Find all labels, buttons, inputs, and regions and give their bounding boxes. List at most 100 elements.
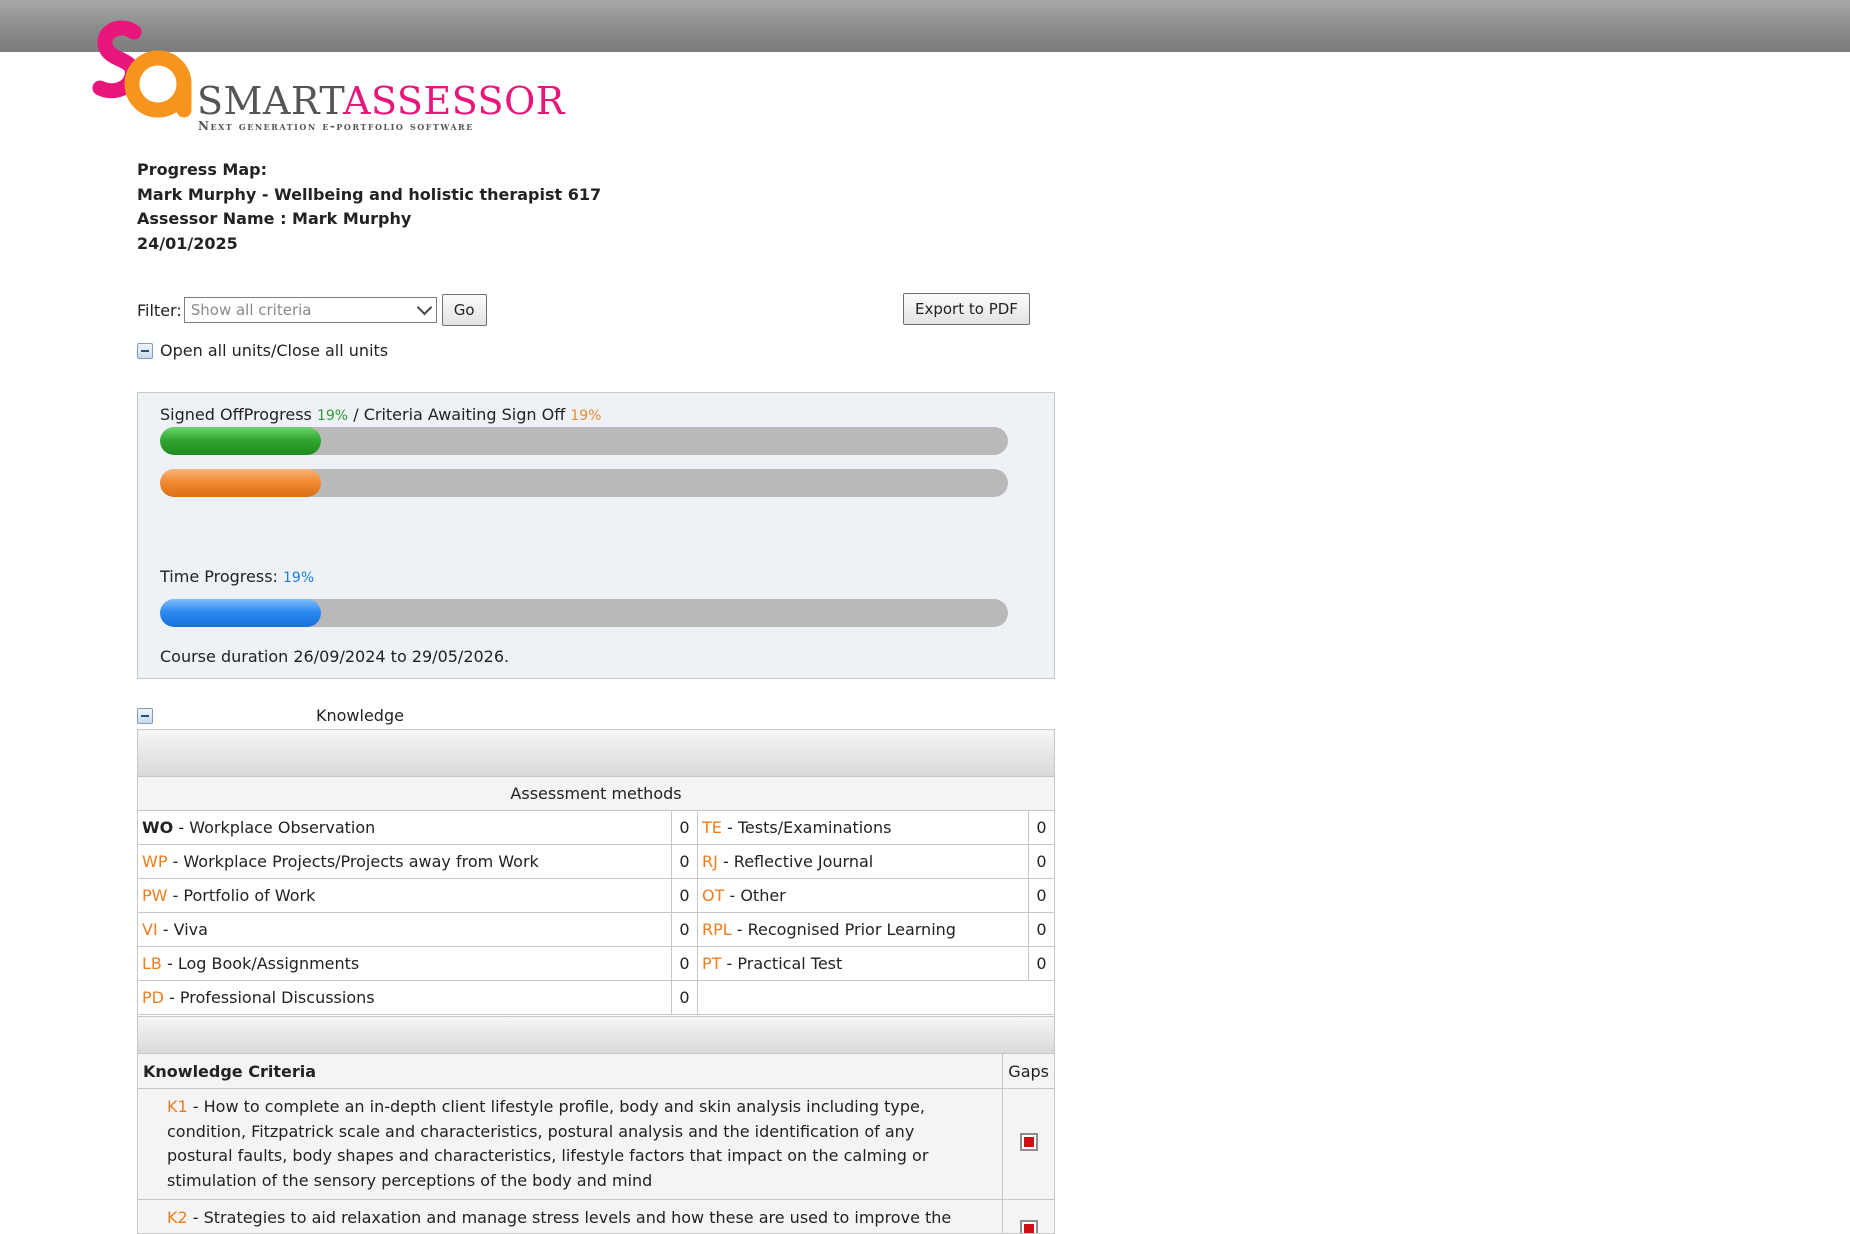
assessment-method-right: OT - Other xyxy=(697,878,1029,913)
signed-off-progress-fill xyxy=(160,427,322,455)
time-progress-percent: 19% xyxy=(283,570,315,586)
unit-header-band xyxy=(138,730,1054,777)
assessment-method-right: PT - Practical Test xyxy=(697,946,1029,981)
method-code: RJ xyxy=(702,852,718,871)
progress-map-header: Progress Map: Mark Murphy - Wellbeing an… xyxy=(137,158,601,256)
criteria-column-header: Knowledge Criteria xyxy=(138,1054,1003,1089)
method-label: - Practical Test xyxy=(726,954,843,973)
criteria-code[interactable]: K2 xyxy=(167,1208,188,1227)
knowledge-criteria-table: Knowledge Criteria Gaps K1 - How to comp… xyxy=(138,1054,1054,1233)
method-label: - Reflective Journal xyxy=(722,852,874,871)
gaps-column-header: Gaps xyxy=(1002,1054,1054,1089)
assessment-method-row: LB - Log Book/Assignments 0 PT - Practical… xyxy=(138,946,1054,981)
criteria-row: K1 - How to complete an in-depth client … xyxy=(138,1088,1054,1200)
filter-selected-value: Show all criteria xyxy=(190,301,312,319)
assessment-method-right: RPL - Recognised Prior Learning xyxy=(697,912,1029,947)
assessment-method-left: PW - Portfolio of Work xyxy=(138,878,672,913)
signed-off-progress-bar xyxy=(160,427,1008,455)
assessment-method-left: WP - Workplace Projects/Projects away fr… xyxy=(138,844,672,879)
assessment-method-row: WP - Workplace Projects/Projects away fr… xyxy=(138,844,1054,879)
assessment-method-row: VI - Viva 0 RPL - Recognised Prior Learnin… xyxy=(138,912,1054,947)
toggle-all-units-label[interactable]: Open all units/Close all units xyxy=(160,341,388,360)
method-count: 0 xyxy=(671,811,698,845)
assessor-name-line: Assessor Name : Mark Murphy xyxy=(137,209,412,228)
toggle-all-units[interactable]: Open all units/Close all units xyxy=(137,341,388,360)
awaiting-sign-off-progress-bar xyxy=(160,469,1008,497)
criteria-text-cell: K2 - Strategies to aid relaxation and ma… xyxy=(138,1199,1003,1233)
criteria-text-cell: K1 - How to complete an in-depth client … xyxy=(138,1088,1003,1200)
time-progress-fill xyxy=(160,599,322,627)
go-button[interactable]: Go xyxy=(441,294,487,326)
method-code: LB xyxy=(142,954,162,973)
assessment-method-left: LB - Log Book/Assignments xyxy=(138,946,672,981)
assessment-method-right: TE - Tests/Examinations xyxy=(697,811,1029,845)
logo-wordmark: SMARTASSESSOR xyxy=(197,79,565,123)
method-code: WP xyxy=(142,852,168,871)
criteria-description: - Strategies to aid relaxation and manag… xyxy=(167,1208,952,1233)
gap-cell xyxy=(1002,1199,1054,1233)
method-label: - Log Book/Assignments xyxy=(166,954,360,973)
method-code: PD xyxy=(142,988,164,1007)
method-label: - Other xyxy=(729,886,786,905)
logo-tagline: Next generation e-portfolio software xyxy=(198,119,474,133)
gap-cell xyxy=(1002,1088,1054,1200)
export-pdf-button[interactable]: Export to PDF xyxy=(903,293,1030,325)
method-count: 0 xyxy=(671,946,698,981)
signed-off-label: Signed OffProgress xyxy=(160,405,312,424)
assessment-method-row: PW - Portfolio of Work 0 OT - Other 0 xyxy=(138,878,1054,913)
collapse-toggle-icon[interactable] xyxy=(137,342,153,359)
method-count: 0 xyxy=(1028,811,1054,845)
criteria-description: - How to complete an in-depth client lif… xyxy=(167,1097,929,1190)
method-count-empty xyxy=(1028,980,1054,1015)
signed-off-percent: 19% xyxy=(316,408,349,424)
smartassessor-logo: SMARTASSESSOR Next generation e-portfoli… xyxy=(92,18,564,138)
method-label: - Professional Discussions xyxy=(169,988,375,1007)
method-label: - Tests/Examinations xyxy=(726,818,892,837)
signed-off-progress-label: Signed OffProgress 19% / Criteria Awaiti… xyxy=(160,405,601,424)
assessment-method-left: VI - Viva xyxy=(138,912,672,947)
assessment-methods-table: WO - Workplace Observation 0 TE - Tests/Ex… xyxy=(138,811,1054,1015)
unit-panel: Assessment methods WO - Workplace Observ… xyxy=(137,729,1055,1234)
assessment-method-right: RJ - Reflective Journal xyxy=(697,844,1029,879)
time-progress-text: Time Progress: xyxy=(160,567,278,586)
unit-title: Knowledge xyxy=(316,706,404,725)
method-label: - Portfolio of Work xyxy=(172,886,316,905)
assessment-method-row: WO - Workplace Observation 0 TE - Tests/Ex… xyxy=(138,811,1054,845)
report-date: 24/01/2025 xyxy=(137,233,238,253)
method-code: WO xyxy=(142,818,174,837)
method-count: 0 xyxy=(671,980,698,1015)
page-title: Progress Map: xyxy=(137,160,267,179)
awaiting-sign-off-percent: 19% xyxy=(570,408,602,424)
method-code: OT xyxy=(702,886,725,905)
criteria-header-band xyxy=(138,1016,1054,1054)
awaiting-sign-off-progress-fill xyxy=(160,469,322,497)
method-code: TE xyxy=(702,818,722,837)
assessment-method-left: WO - Workplace Observation xyxy=(138,811,672,845)
awaiting-sign-off-label: Criteria Awaiting Sign Off xyxy=(363,405,566,424)
course-duration: Course duration 26/09/2024 to 29/05/2026… xyxy=(160,647,510,666)
method-label: - Viva xyxy=(162,920,208,939)
method-code: VI xyxy=(142,920,158,939)
method-code: PT xyxy=(702,954,722,973)
method-count: 0 xyxy=(671,912,698,947)
method-label: - Workplace Observation xyxy=(178,818,376,837)
assessment-method-right xyxy=(697,980,1029,1015)
method-label: - Workplace Projects/Projects away from … xyxy=(172,852,539,871)
criteria-code[interactable]: K1 xyxy=(167,1097,188,1116)
learner-course-line: Mark Murphy - Wellbeing and holistic the… xyxy=(137,184,602,204)
time-progress-label: Time Progress: 19% xyxy=(160,567,314,586)
method-label: - Recognised Prior Learning xyxy=(736,920,956,939)
time-progress-bar xyxy=(160,599,1008,627)
chevron-down-icon xyxy=(416,299,433,316)
assessment-methods-header: Assessment methods xyxy=(138,777,1054,811)
method-count: 0 xyxy=(1028,844,1054,879)
assessment-method-left: PD - Professional Discussions xyxy=(138,980,672,1015)
logo-mark-icon xyxy=(92,20,192,118)
gap-indicator-icon[interactable] xyxy=(1019,1133,1038,1151)
filter-row: Filter: Show all criteria Go xyxy=(137,294,487,326)
unit-collapse-toggle-icon[interactable] xyxy=(137,708,153,724)
method-count: 0 xyxy=(1028,878,1054,913)
assessment-method-row: PD - Professional Discussions 0 xyxy=(138,980,1054,1015)
gap-indicator-icon[interactable] xyxy=(1019,1219,1038,1233)
filter-select[interactable]: Show all criteria xyxy=(183,297,437,323)
